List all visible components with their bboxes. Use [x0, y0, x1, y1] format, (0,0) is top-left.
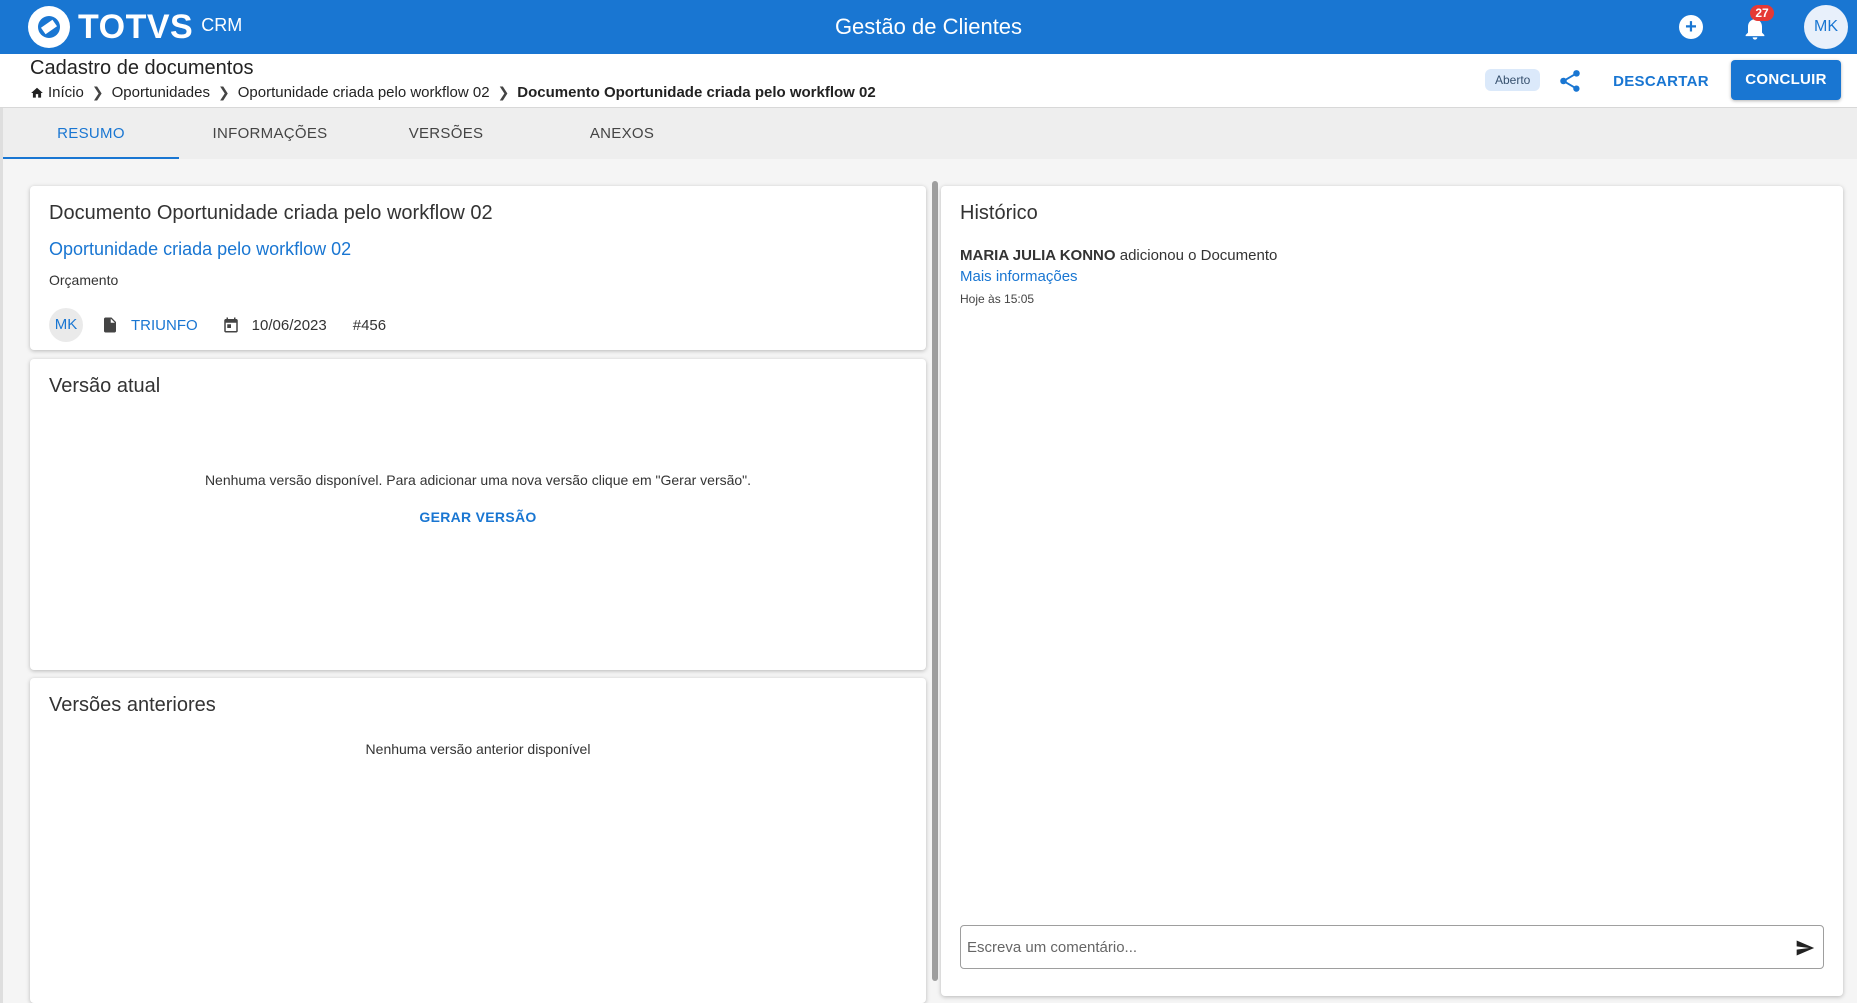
- company-link[interactable]: TRIUNFO: [131, 317, 198, 334]
- owner-avatar[interactable]: MK: [49, 308, 83, 342]
- tab-anexos[interactable]: ANEXOS: [534, 108, 710, 159]
- page-header: Cadastro de documentos Início ❯ Oportuni…: [0, 54, 1857, 108]
- current-version-empty-message: Nenhuma versão disponível. Para adiciona…: [204, 472, 752, 488]
- generate-version-button[interactable]: GERAR VERSÃO: [408, 501, 548, 533]
- history-user: MARIA JULIA KONNO: [960, 247, 1116, 264]
- breadcrumb-item-current: Documento Oportunidade criada pelo workf…: [517, 84, 876, 101]
- tab-versoes[interactable]: VERSÕES: [358, 108, 534, 159]
- tab-bar: RESUMO INFORMAÇÕES VERSÕES ANEXOS: [0, 108, 1857, 159]
- document-meta: MK TRIUNFO 10/06/2023 #456: [49, 308, 386, 342]
- document-summary-card: Documento Oportunidade criada pelo workf…: [30, 186, 926, 350]
- conclude-button[interactable]: CONCLUIR: [1731, 60, 1841, 100]
- document-title: Documento Oportunidade criada pelo workf…: [49, 202, 493, 224]
- main-content: Documento Oportunidade criada pelo workf…: [0, 159, 1857, 1003]
- top-bar: TOTVS CRM Gestão de Clientes + 27 MK: [0, 0, 1857, 54]
- history-action: adicionou o Documento: [1115, 247, 1278, 264]
- totvs-logo-icon: [28, 6, 70, 48]
- current-version-card: Versão atual Nenhuma versão disponível. …: [30, 359, 926, 670]
- app-title: Gestão de Clientes: [834, 14, 1023, 39]
- chevron-right-icon: ❯: [497, 84, 510, 100]
- app-logo[interactable]: TOTVS CRM: [28, 6, 242, 48]
- document-id: #456: [352, 316, 387, 334]
- tab-informacoes[interactable]: INFORMAÇÕES: [182, 108, 358, 159]
- history-entry: MARIA JULIA KONNO adicionou o Documento: [960, 247, 1277, 264]
- status-badge: Aberto: [1485, 69, 1541, 91]
- add-circle-icon[interactable]: +: [1679, 15, 1703, 39]
- logo-subtitle: CRM: [201, 15, 243, 35]
- opportunity-link[interactable]: Oportunidade criada pelo workflow 02: [49, 239, 351, 260]
- share-icon[interactable]: [1557, 68, 1583, 94]
- chevron-right-icon: ❯: [218, 84, 230, 100]
- tab-resumo[interactable]: RESUMO: [3, 108, 179, 159]
- document-date: 10/06/2023: [251, 316, 327, 334]
- breadcrumb-item-oportunidade[interactable]: Oportunidade criada pelo workflow 02: [238, 84, 490, 101]
- current-version-title: Versão atual: [49, 375, 161, 397]
- previous-versions-card: Versões anteriores Nenhuma versão anteri…: [30, 678, 926, 1003]
- previous-versions-title: Versões anteriores: [49, 694, 216, 716]
- comment-box: [960, 925, 1824, 969]
- breadcrumb-item-inicio[interactable]: Início: [48, 84, 84, 101]
- breadcrumb: Início ❯ Oportunidades ❯ Oportunidade cr…: [30, 84, 876, 101]
- more-info-link[interactable]: Mais informações: [960, 268, 1078, 285]
- document-type: Orçamento: [49, 272, 119, 288]
- discard-button[interactable]: DESCARTAR: [1605, 62, 1717, 102]
- page-title: Cadastro de documentos: [30, 57, 254, 79]
- history-title: Histórico: [960, 202, 1038, 224]
- comment-input[interactable]: [967, 934, 1767, 960]
- panel-scrollbar[interactable]: [932, 181, 938, 981]
- notification-badge: 27: [1750, 5, 1774, 21]
- user-avatar[interactable]: MK: [1804, 5, 1848, 49]
- previous-versions-empty-message: Nenhuma versão anterior disponível: [365, 741, 591, 757]
- home-icon: [31, 87, 43, 98]
- chevron-right-icon: ❯: [91, 84, 104, 100]
- breadcrumb-item-oportunidades[interactable]: Oportunidades: [112, 84, 210, 101]
- send-icon[interactable]: [1794, 938, 1816, 958]
- history-card: Histórico MARIA JULIA KONNO adicionou o …: [941, 186, 1843, 996]
- history-time: Hoje às 15:05: [960, 292, 1035, 306]
- calendar-icon: [223, 317, 238, 333]
- logo-text: TOTVS: [78, 8, 194, 46]
- file-icon: [104, 317, 116, 333]
